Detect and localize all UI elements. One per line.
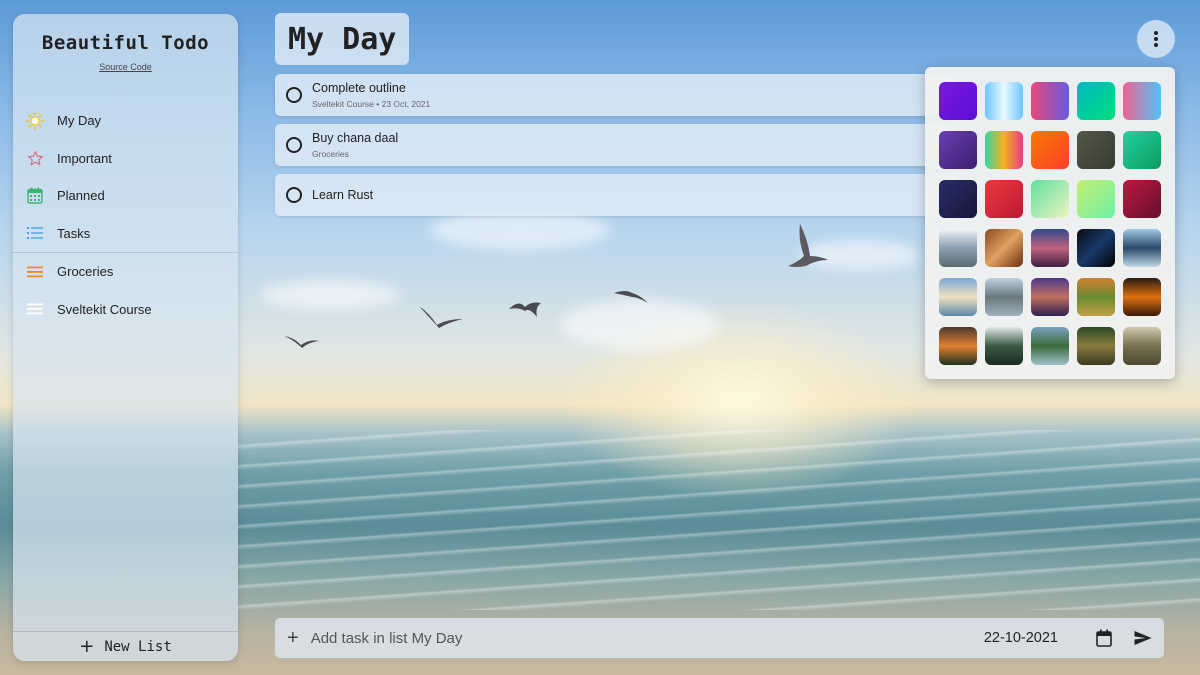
sidebar-item-tasks[interactable]: Tasks (13, 215, 238, 253)
sidebar-item-label: Tasks (57, 225, 91, 241)
sidebar-item-label: Groceries (57, 264, 114, 280)
task-item[interactable]: Buy chana daal Groceries (275, 124, 955, 166)
theme-swatch[interactable] (1077, 131, 1115, 169)
theme-swatch[interactable] (1123, 180, 1161, 218)
theme-swatch[interactable] (1123, 229, 1161, 267)
theme-swatch[interactable] (1123, 82, 1161, 120)
theme-swatch[interactable] (985, 327, 1023, 365)
theme-swatch[interactable] (1031, 278, 1069, 316)
sidebar-item-sveltekit-course[interactable]: Sveltekit Course (13, 291, 238, 329)
sidebar-item-label: Sveltekit Course (57, 301, 152, 317)
sidebar-item-label: My Day (57, 113, 102, 129)
list-icon (26, 224, 44, 242)
seagull-icon (509, 302, 541, 317)
background-sun-glow (560, 300, 920, 500)
background-waves (238, 430, 1200, 610)
task-title: Learn Rust (312, 188, 374, 202)
send-icon (1134, 631, 1152, 645)
task-item[interactable]: Learn Rust (275, 174, 955, 216)
theme-swatch[interactable] (985, 229, 1023, 267)
plus-icon: + (287, 626, 299, 649)
list-lines-icon (26, 263, 44, 281)
task-title: Buy chana daal (312, 131, 399, 145)
task-complete-checkbox[interactable] (286, 87, 302, 103)
seagull-icon (284, 336, 319, 348)
page-title: My Day (275, 13, 410, 65)
sidebar-item-label: Important (57, 150, 112, 166)
theme-swatch[interactable] (1077, 229, 1115, 267)
new-list-label: New List (104, 638, 172, 655)
theme-swatch[interactable] (1123, 131, 1161, 169)
sidebar-nav: My Day Important Planned Tasks Groceries… (13, 102, 238, 328)
list-lines-icon (26, 300, 44, 318)
theme-swatch[interactable] (1031, 82, 1069, 120)
sidebar-item-planned[interactable]: Planned (13, 177, 238, 215)
task-complete-checkbox[interactable] (286, 187, 302, 203)
add-task-input[interactable] (310, 629, 984, 647)
background-cloud (260, 280, 400, 310)
task-text: Complete outline Sveltekit Course • 23 O… (312, 81, 430, 109)
source-code-link[interactable]: Source Code (13, 62, 238, 72)
theme-swatch[interactable] (1031, 229, 1069, 267)
sidebar-item-label: Planned (57, 188, 105, 204)
theme-swatch[interactable] (939, 180, 977, 218)
new-list-button[interactable]: + New List (13, 631, 238, 661)
plus-icon: + (79, 636, 95, 657)
theme-swatch[interactable] (1031, 180, 1069, 218)
task-text: Learn Rust (312, 188, 373, 202)
app-title: Beautiful Todo (41, 32, 210, 54)
background-cloud (800, 240, 920, 270)
theme-swatch[interactable] (939, 278, 977, 316)
task-meta: Sveltekit Course • 23 Oct, 2021 (312, 99, 431, 109)
background-cloud (430, 210, 610, 250)
task-item[interactable]: Complete outline Sveltekit Course • 23 O… (275, 74, 955, 116)
theme-swatch[interactable] (1077, 278, 1115, 316)
seagull-icon (788, 224, 828, 267)
theme-swatch[interactable] (1123, 278, 1161, 316)
add-task-bar: + 22-10-2021 (275, 618, 1164, 658)
seagull-icon (419, 306, 463, 328)
theme-swatch[interactable] (985, 278, 1023, 316)
task-complete-checkbox[interactable] (286, 137, 302, 153)
calendar-icon (1096, 629, 1112, 647)
task-title: Complete outline (312, 81, 406, 95)
sidebar-item-my-day[interactable]: My Day (13, 102, 238, 140)
due-date-value[interactable]: 22-10-2021 (984, 630, 1058, 646)
theme-swatch[interactable] (1077, 82, 1115, 120)
more-vertical-icon (1154, 31, 1158, 47)
theme-swatch[interactable] (1123, 327, 1161, 365)
sidebar: Beautiful Todo Source Code My Day Import… (13, 14, 238, 661)
theme-swatch-grid (939, 82, 1161, 365)
theme-swatch[interactable] (939, 131, 977, 169)
more-options-button[interactable] (1137, 20, 1175, 58)
theme-swatch[interactable] (939, 327, 977, 365)
calendar-picker-button[interactable] (1096, 629, 1112, 647)
theme-swatch[interactable] (985, 82, 1023, 120)
task-meta: Groceries (312, 149, 349, 159)
theme-picker-popover (925, 67, 1175, 379)
theme-swatch[interactable] (1031, 131, 1069, 169)
star-icon (26, 149, 44, 167)
theme-swatch[interactable] (985, 180, 1023, 218)
theme-swatch[interactable] (939, 229, 977, 267)
theme-swatch[interactable] (985, 131, 1023, 169)
send-button[interactable] (1134, 630, 1152, 646)
theme-swatch[interactable] (1031, 327, 1069, 365)
theme-swatch[interactable] (1077, 327, 1115, 365)
background-cloud (560, 300, 720, 350)
sidebar-item-important[interactable]: Important (13, 140, 238, 178)
seagull-icon (614, 291, 648, 303)
theme-swatch[interactable] (1077, 180, 1115, 218)
sidebar-item-groceries[interactable]: Groceries (13, 253, 238, 291)
task-text: Buy chana daal Groceries (312, 131, 398, 159)
calendar-icon (26, 187, 44, 205)
theme-swatch[interactable] (939, 82, 977, 120)
sun-icon (26, 111, 44, 130)
